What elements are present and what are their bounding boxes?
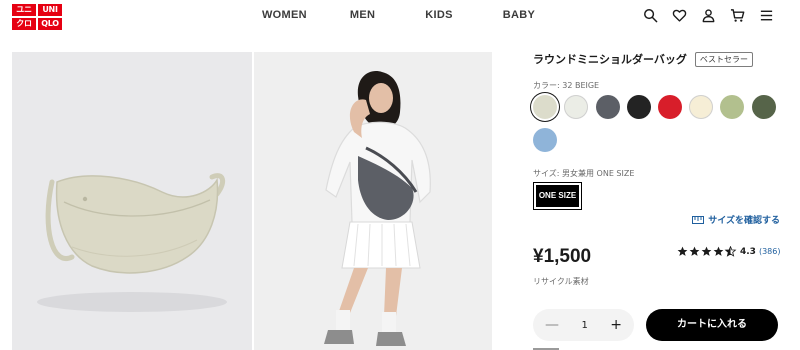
ruler-icon	[692, 215, 705, 224]
bestseller-badge: ベストセラー	[694, 51, 754, 67]
color-swatch-beige[interactable]	[533, 95, 557, 119]
logo-cell: ユニ	[12, 4, 36, 16]
main-nav: WOMEN MEN KIDS BABY	[262, 9, 535, 21]
logo-cell: UNI	[38, 4, 62, 16]
material-note: リサイクル素材	[533, 277, 589, 286]
product-details: ラウンドミニショルダーバッグ ベストセラー カラー: 32 BEIGE サイズ:…	[533, 0, 800, 350]
nav-baby[interactable]: BABY	[503, 9, 535, 21]
logo-cell: クロ	[12, 18, 36, 30]
size-guide-label: サイズを確認する	[708, 216, 780, 226]
color-swatch-dark-green[interactable]	[752, 95, 776, 119]
size-label: サイズ: 男女兼用 ONE SIZE	[533, 169, 635, 178]
increase-quantity-button[interactable]: +	[610, 318, 622, 332]
quantity-stepper: — 1 +	[533, 309, 634, 341]
color-swatch-light-green[interactable]	[720, 95, 744, 119]
cutoff-text	[533, 345, 563, 350]
decrease-quantity-button[interactable]: —	[545, 318, 559, 332]
title-row: ラウンドミニショルダーバッグ ベストセラー	[533, 51, 754, 67]
nav-kids[interactable]: KIDS	[425, 9, 452, 21]
product-rating: 4.3 (386)	[677, 246, 780, 257]
rating-stars-icon	[677, 246, 737, 257]
nav-women[interactable]: WOMEN	[262, 9, 307, 21]
product-image-model[interactable]	[254, 52, 492, 350]
review-count-link[interactable]: (386)	[759, 247, 781, 256]
color-swatch-natural[interactable]	[689, 95, 713, 119]
nav-men[interactable]: MEN	[350, 9, 375, 21]
logo-cell: QLO	[38, 18, 62, 30]
color-swatch-red[interactable]	[658, 95, 682, 119]
product-title: ラウンドミニショルダーバッグ	[533, 53, 687, 66]
color-swatch-gray[interactable]	[596, 95, 620, 119]
product-image-bag[interactable]	[12, 52, 252, 350]
color-swatch-blue[interactable]	[533, 128, 557, 152]
product-price: ¥1,500	[533, 246, 592, 267]
quantity-value: 1	[581, 319, 588, 331]
color-label: カラー: 32 BEIGE	[533, 81, 600, 90]
uniqlo-logo[interactable]: ユニ UNI クロ QLO	[12, 4, 62, 30]
color-swatch-off-white[interactable]	[564, 95, 588, 119]
size-guide-link[interactable]: サイズを確認する	[692, 213, 780, 226]
rating-value: 4.3	[740, 246, 756, 257]
add-to-cart-button[interactable]: カートに入れる	[646, 309, 778, 341]
size-option-one-size[interactable]: ONE SIZE	[533, 182, 582, 210]
color-swatch-black[interactable]	[627, 95, 651, 119]
